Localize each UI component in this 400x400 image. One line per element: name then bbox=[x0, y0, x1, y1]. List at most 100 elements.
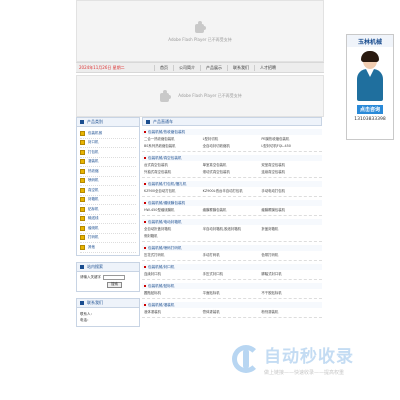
product-link[interactable]: 折盖封箱机 bbox=[261, 226, 320, 231]
category-label: 其他 bbox=[88, 244, 95, 249]
nav-item[interactable]: 公司简介 bbox=[173, 64, 200, 71]
category-item[interactable]: 输送线 bbox=[80, 215, 136, 224]
product-link[interactable]: 平面贴标机 bbox=[203, 290, 262, 295]
section-title-text: 包装机械/灌装机 bbox=[148, 302, 175, 307]
ad-title: 玉林机械 bbox=[347, 35, 393, 47]
left-sidebar: 产品类别 包装机械 封口机 打包机 灌装机 热收缩 喷码机 真空机 封箱机 贴标机 输送线 缠绕机打… bbox=[76, 117, 140, 333]
product-link[interactable]: 外抽式真空包装机 bbox=[144, 169, 203, 174]
product-link[interactable]: BS系列热收缩包装机 bbox=[144, 143, 203, 148]
nav-item[interactable]: 首页 bbox=[154, 64, 173, 71]
floating-ad-panel[interactable]: 玉林机械 点击咨询 13103833398 bbox=[346, 34, 394, 140]
product-link[interactable]: 脚踏式封口机 bbox=[261, 271, 320, 276]
product-link[interactable]: 膏体灌装机 bbox=[203, 309, 262, 314]
bullet-icon bbox=[144, 131, 146, 133]
folder-icon bbox=[80, 244, 85, 250]
product-section: 包装机械/缠绕膜包装机 HW-450型缠绕膜机 缠膜覆膜包装机 缠膜覆膜包装机 bbox=[142, 200, 322, 216]
bullet-icon bbox=[144, 202, 146, 204]
section-title-text: 包装机械/电动封箱机 bbox=[148, 219, 182, 224]
product-link[interactable]: 半自动封箱机,胶纸封箱机 bbox=[203, 226, 262, 231]
product-link[interactable]: HW-450型缠绕膜机 bbox=[144, 207, 203, 212]
bullet-icon bbox=[144, 266, 146, 268]
search-box: 站内搜索 请输入关键字 搜索 bbox=[76, 261, 140, 292]
category-item[interactable]: 其他 bbox=[80, 243, 136, 253]
product-link[interactable]: 不干胶贴标机 bbox=[261, 290, 320, 295]
product-link[interactable]: 连续封口机 bbox=[144, 271, 203, 276]
category-item[interactable]: 打码机 bbox=[80, 234, 136, 243]
product-link[interactable]: 双室真空包装机 bbox=[261, 162, 320, 167]
bullet-icon bbox=[144, 183, 146, 185]
folder-icon bbox=[80, 178, 85, 184]
category-label: 包装机械 bbox=[88, 130, 102, 135]
watermark: 自动秒收录 做上链接——快速收录——提高权重 bbox=[232, 338, 392, 380]
current-date: 2024年11月26日 星期二 bbox=[79, 64, 125, 70]
product-section: 包装机械/真空包装机 台式真空包装机 单室真空包装机 双室真空包装机 外抽式真空包装机滚… bbox=[142, 155, 322, 178]
search-box-title: 站内搜索 bbox=[87, 263, 103, 269]
category-label: 输送线 bbox=[88, 216, 99, 221]
product-link[interactable]: 液体灌装机 bbox=[144, 309, 203, 314]
product-link[interactable]: 单室真空包装机 bbox=[203, 162, 262, 167]
product-link[interactable]: PE膜热收缩包装机 bbox=[261, 136, 320, 141]
product-link[interactable]: 圆瓶贴标机 bbox=[144, 290, 203, 295]
contact-info: 联系人： 电话： bbox=[77, 308, 139, 326]
main-title: 产品直通车 bbox=[153, 118, 173, 124]
product-link[interactable]: 二合一热收缩包装机 bbox=[144, 136, 203, 141]
category-item[interactable]: 真空机 bbox=[80, 186, 136, 196]
main-header: 产品直通车 bbox=[142, 117, 322, 126]
product-section: 包装机械/贴标机 圆瓶贴标机 平面贴标机 不干胶贴标机 bbox=[142, 283, 322, 299]
product-link[interactable]: L型封切机 bbox=[203, 136, 262, 141]
nav-item[interactable]: 联系我们 bbox=[227, 64, 254, 71]
product-link[interactable]: 缠膜覆膜包装机 bbox=[203, 207, 262, 212]
product-section: 包装机械/打包机/捆扎机 KZ900全自动打包机 KZ900L低台半自动打包机 手动电… bbox=[142, 181, 322, 197]
product-link[interactable]: 台式真空包装机 bbox=[144, 162, 203, 167]
category-label: 喷码机 bbox=[88, 178, 99, 183]
category-label: 缠绕机 bbox=[88, 225, 99, 230]
search-input[interactable] bbox=[103, 274, 125, 280]
search-box-header: 站内搜索 bbox=[77, 262, 139, 272]
product-link[interactable]: 压花式打码机 bbox=[144, 252, 203, 257]
square-bullet-icon bbox=[146, 119, 150, 124]
nav-item[interactable]: 产品展示 bbox=[200, 64, 227, 71]
watermark-title: 自动秒收录 bbox=[264, 347, 354, 367]
consult-button[interactable]: 点击咨询 bbox=[356, 105, 383, 114]
category-item[interactable]: 贴标机 bbox=[80, 205, 136, 215]
product-link[interactable]: 手压式封口机 bbox=[203, 271, 262, 276]
category-list: 包装机械封口机打包机 灌装机 热收缩 喷码机真空机 封箱机 贴标机输送线缠绕机打码机其他 bbox=[77, 127, 139, 255]
category-item[interactable]: 灌装机 bbox=[80, 158, 136, 167]
product-link[interactable]: KZ900L低台半自动打包机 bbox=[203, 188, 262, 193]
category-item[interactable]: 打包机 bbox=[80, 148, 136, 158]
category-item[interactable]: 封箱机 bbox=[80, 196, 136, 205]
nav-menu: 首页 公司简介 产品展示 联系我们 人才招聘 bbox=[154, 64, 281, 71]
product-link[interactable]: KZ900全自动打包机 bbox=[144, 188, 203, 193]
folder-icon bbox=[80, 168, 85, 174]
category-item[interactable]: 包装机械 bbox=[80, 129, 136, 139]
product-link[interactable]: 侧封箱机 bbox=[144, 233, 203, 238]
folder-icon bbox=[80, 140, 85, 146]
folder-icon bbox=[80, 206, 85, 212]
product-link[interactable]: 粉剂灌装机 bbox=[261, 309, 320, 314]
product-link[interactable]: 全自动折盖封箱机 bbox=[144, 226, 203, 231]
product-sections: 包装机械/热收缩包装机 二合一热收缩包装机 L型封切机 PE膜热收缩包装机 BS系列热收… bbox=[142, 129, 322, 318]
contact-box-title: 联系我们 bbox=[87, 299, 103, 305]
product-link[interactable]: 色带打码机 bbox=[261, 252, 320, 257]
product-link[interactable]: 连续真空包装机 bbox=[261, 169, 320, 174]
square-bullet-icon bbox=[80, 300, 84, 305]
category-item[interactable]: 缠绕机 bbox=[80, 224, 136, 234]
product-link[interactable]: 全自动封切收缩机 bbox=[203, 143, 262, 148]
customer-service-avatar bbox=[354, 51, 386, 103]
square-bullet-icon bbox=[80, 264, 84, 269]
category-item[interactable]: 喷码机 bbox=[80, 177, 136, 186]
category-label: 贴标机 bbox=[88, 206, 99, 211]
product-section: 包装机械/灌装机液体灌装机 膏体灌装机 粉剂灌装机 bbox=[142, 302, 322, 318]
product-link[interactable]: 缠膜覆膜包装机 bbox=[261, 207, 320, 212]
category-item[interactable]: 封口机 bbox=[80, 139, 136, 148]
category-label: 封口机 bbox=[88, 140, 99, 145]
category-label: 打码机 bbox=[88, 235, 99, 240]
product-link[interactable]: 滚动式真空包装机 bbox=[203, 169, 262, 174]
search-button[interactable]: 搜索 bbox=[107, 281, 122, 288]
category-item[interactable]: 热收缩 bbox=[80, 167, 136, 177]
product-link[interactable]: 手动打码机 bbox=[203, 252, 262, 257]
product-link[interactable]: 手动电动打包机 bbox=[261, 188, 320, 193]
nav-item[interactable]: 人才招聘 bbox=[254, 64, 281, 71]
bullet-icon bbox=[144, 304, 146, 306]
product-link[interactable]: L型封切机FQL-450 bbox=[261, 143, 320, 148]
